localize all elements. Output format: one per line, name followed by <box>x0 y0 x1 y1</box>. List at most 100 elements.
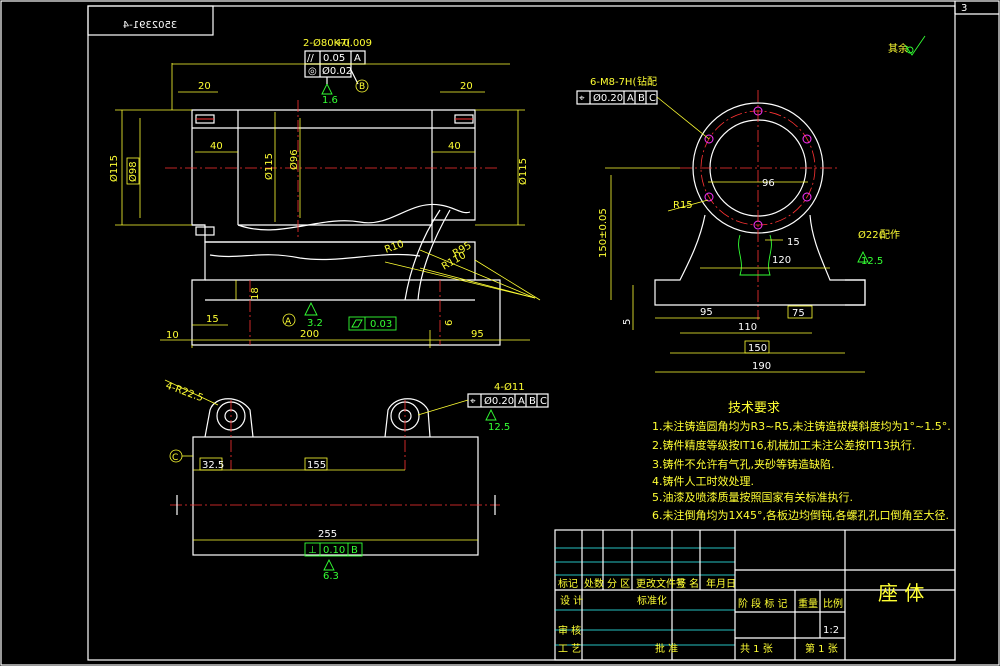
side-dia-22: Ø22( <box>858 229 883 241</box>
side-dim-75: 75 <box>792 308 805 319</box>
top-roughness-value: 12.5 <box>488 422 510 433</box>
top-fcf-datum-b: B <box>529 396 536 407</box>
dim-18: 18 <box>250 287 261 300</box>
top-fcf-perp: ⊥ 0.10 B <box>304 542 363 557</box>
side-dim-5: 5 <box>622 319 633 325</box>
dim-20-right: 20 <box>460 81 473 92</box>
perp-datum: B <box>351 545 358 556</box>
fcf-position-symbol: ◎ <box>308 66 317 77</box>
datum-a-label: A <box>285 317 292 327</box>
tb-weight: 重量 <box>798 597 818 610</box>
dia-115-right: Ø115 <box>517 158 529 185</box>
tb-scale: 比例 <box>823 597 843 610</box>
dim-95: 95 <box>471 329 484 340</box>
bottom-roughness-value: 6.3 <box>323 571 339 582</box>
side-r15: R15 <box>673 200 693 211</box>
title-block: 标记 处数 分 区 更改文件号 签 名 年月日 设 计 标准化 阶 段 标 记 … <box>554 529 956 661</box>
tb-stage-mark: 阶 段 标 记 <box>738 597 788 610</box>
tech-req-item-5: 5.油漆及喷漆质量按照国家有关标准执行. <box>652 490 853 504</box>
side-dia-22-suffix: 配作 <box>880 229 900 241</box>
top-radius-callout: 4-R22.5 <box>164 380 205 404</box>
top-fcf-datum-c: C <box>540 396 547 407</box>
perp-value: 0.10 <box>323 545 345 556</box>
top-fcf-position: ⌖ Ø0.20 A B C <box>467 393 549 408</box>
dim-40-left: 40 <box>210 141 223 152</box>
roughness-top-icon <box>321 82 333 95</box>
dim-6: 6 <box>444 320 455 326</box>
tb-mark: 标记 <box>558 578 578 590</box>
roughness-other-mark: 其余 <box>888 35 926 56</box>
fcf-parallel-symbol: // <box>307 53 314 64</box>
side-fcf-symbol-icon: ⌖ <box>579 93 585 104</box>
roughness-other-label: 其余 <box>888 42 908 55</box>
r10-label: R10 <box>383 239 405 256</box>
fcf-position-value: Ø0.02 <box>322 65 352 77</box>
drawing-number: 3502391-4 <box>123 20 178 31</box>
side-dim-120: 120 <box>772 255 791 266</box>
side-dim-150: 150 <box>748 343 767 354</box>
tb-standardize: 标准化 <box>637 594 667 607</box>
roughness-top-value: 1.6 <box>322 95 338 106</box>
front-hole-callout-suffix: +0.009 <box>335 38 372 49</box>
dim-15: 15 <box>206 314 219 325</box>
side-fcf-datum-c: C <box>649 93 656 104</box>
side-fcf-datum-b: B <box>638 93 645 104</box>
side-dim-110: 110 <box>738 322 757 333</box>
side-dim-96: 96 <box>762 178 775 189</box>
tb-process: 工 艺 <box>558 643 581 655</box>
fcf-parallel-value: 0.05 <box>323 53 345 64</box>
side-view: 6-M8-7H( 钻配 ⌖ Ø0.20 A B C 96 R15 15 150±… <box>576 75 900 373</box>
top-fcf-datum-a: A <box>518 396 525 407</box>
tech-req-item-1: 1.未注铸造圆角均为R3~R5,未注铸造拔模斜度均为1°~1.5°. <box>652 419 951 433</box>
front-view: 2-Ø80K7( +0.009 // 0.05 A ◎ Ø0.02 B 1.6 … <box>108 37 541 348</box>
datum-c-label: C <box>172 453 178 463</box>
datum-b-label: B <box>359 82 365 92</box>
tech-req-item-2: 2.铸件精度等级按IT16,机械加工未注公差按IT13执行. <box>652 438 915 452</box>
front-fcf-flatness: 0.03 <box>348 316 397 331</box>
roughness-base-icon <box>304 301 318 316</box>
dia-115-left: Ø115 <box>108 155 120 182</box>
tb-zone: 分 区 <box>607 578 630 590</box>
dia-115-mid: Ø115 <box>263 153 275 180</box>
tech-req-item-3: 3.铸件不允许有气孔,夹砂等铸造缺陷. <box>652 457 835 471</box>
side-fcf-datum-a: A <box>627 93 634 104</box>
top-view: 4-R22.5 4-Ø11 ⌖ Ø0.20 A B C 12.5 C 32.5 … <box>164 379 549 582</box>
tb-sign: 签 名 <box>676 577 699 590</box>
tb-scale-value: 1:2 <box>823 625 839 636</box>
side-thread-callout-suffix: 钻配 <box>637 75 657 88</box>
cad-drawing: 3 3502391-4 其余 2-Ø80K7(+0.009 // 0.05 A… <box>0 0 1000 666</box>
fcf-parallel-datum: A <box>354 53 361 64</box>
top-dim-255: 255 <box>318 529 337 540</box>
tb-approve: 批 准 <box>655 642 678 655</box>
dia-98-boxed: Ø98 <box>127 161 139 182</box>
tb-part-name: 座 体 <box>878 581 924 605</box>
tb-total-sheets: 共 1 张 <box>740 643 773 655</box>
tb-design: 设 计 <box>560 594 583 607</box>
side-fcf-position: ⌖ Ø0.20 A B C <box>576 90 658 105</box>
dim-200: 200 <box>300 329 319 340</box>
roughness-base-value: 3.2 <box>307 318 323 329</box>
top-dim-155: 155 <box>307 460 326 471</box>
side-dim-190: 190 <box>752 361 771 372</box>
side-dim-15: 15 <box>787 237 800 248</box>
dim-40-right: 40 <box>448 141 461 152</box>
drawing-number-box: 3502391-4 <box>87 5 214 36</box>
side-thread-callout: 6-M8-7H( <box>590 77 636 88</box>
front-fcf-parallel: // 0.05 A <box>304 50 366 65</box>
tech-req-title: 技术要求 <box>728 401 780 416</box>
side-bolt-pcd <box>700 110 816 226</box>
flatness-value: 0.03 <box>370 319 392 330</box>
tb-count: 处数 <box>584 577 604 590</box>
top-holes-callout: 4-Ø11 <box>494 381 525 393</box>
technical-requirements: 技术要求 1.未注铸造圆角均为R3~R5,未注铸造拔模斜度均为1°~1.5°. … <box>652 401 951 522</box>
top-roughness-icon <box>485 408 497 421</box>
tb-date: 年月日 <box>706 577 736 590</box>
front-fcf-position: ◎ Ø0.02 B <box>304 63 369 93</box>
dim-10: 10 <box>166 330 179 341</box>
flatness-icon <box>351 319 363 328</box>
top-fcf-symbol-icon: ⌖ <box>470 396 476 407</box>
dia-96-mid: Ø96 <box>288 149 300 170</box>
side-dim-150-tol: 150±0.05 <box>598 208 609 258</box>
side-section-break <box>738 234 772 276</box>
dim-20-left: 20 <box>198 81 211 92</box>
